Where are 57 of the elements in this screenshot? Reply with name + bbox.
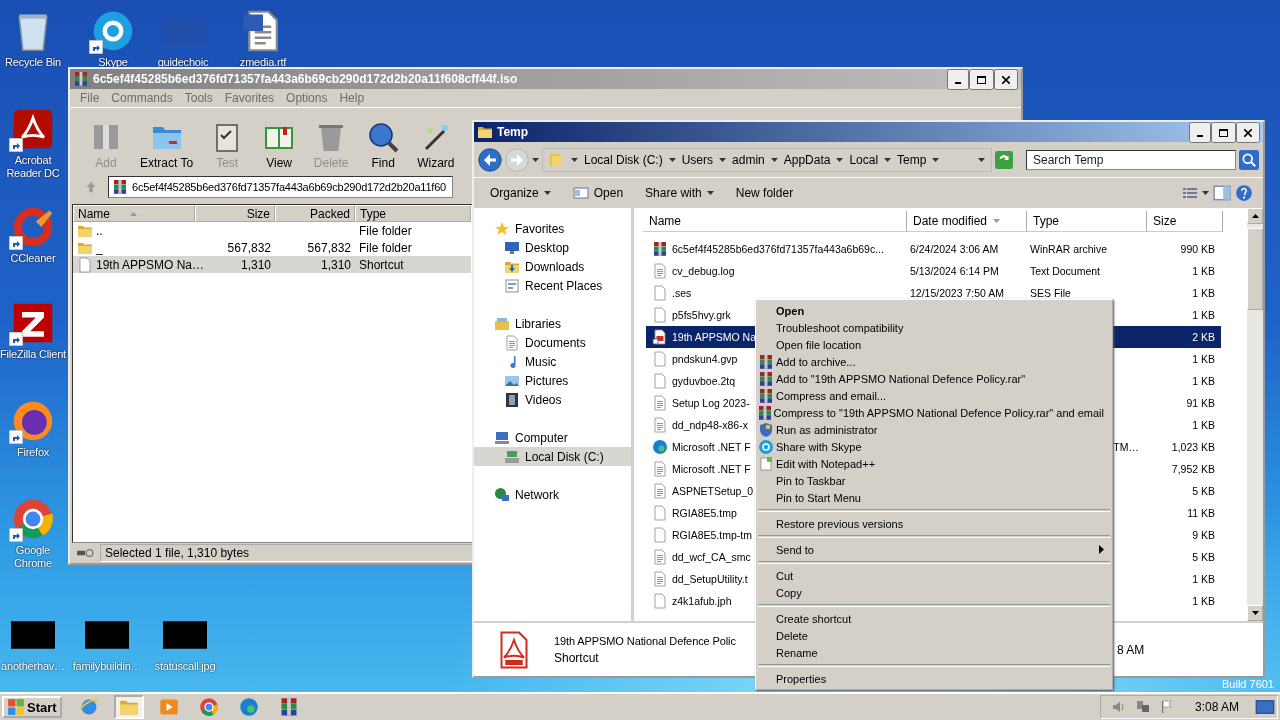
file-size: 1,023 KB [1171,441,1215,453]
file-name: p5fs5hvy.grk [672,309,731,321]
file-type: File folder [359,240,412,255]
details-file-type: Shortcut [554,650,599,665]
date-modified: 5/13/2024 6:14 PM [910,265,999,277]
file-name: 19th APPSMO Na [672,331,757,343]
file-type: Text Document [1030,265,1101,277]
details-file-name: 19th APPSMO National Defence Polic [554,634,736,647]
file-name: 19th APPSMO Na… [96,257,205,272]
file-size: 1 KB [1192,309,1215,321]
file-type: SES File [1030,287,1071,299]
file-type: File folder [359,223,412,238]
file-name: pndskun4.gvp [672,353,738,365]
file-name: Setup Log 2023- [672,397,750,409]
file-size: 1 KB [1192,573,1215,585]
date-modified: 6/24/2024 3:06 AM [910,243,999,255]
file-size: 1 KB [1192,265,1215,277]
file-name: dd_ndp48-x86-x [672,419,748,431]
file-name: z4k1afub.jph [672,595,732,607]
details-date: 8 AM [1117,642,1146,657]
file-size: 11 KB [1187,507,1215,519]
file-size: 1 KB [1192,375,1215,387]
file-type: TM… [1113,441,1139,453]
file-size: 990 KB [1180,243,1215,255]
file-name: 6c5ef4f45285b6ed376fd71357fa443a6b69c... [672,243,884,255]
file-size: 5 KB [1192,485,1215,497]
file-size: 9 KB [1192,529,1215,541]
packed-size: 567,832 [307,240,351,255]
file-name: dd_SetupUtility.t [672,573,748,585]
file-size: 1 KB [1192,353,1215,365]
file-name: dd_wcf_CA_smc [672,551,751,563]
file-name: .. [96,223,103,238]
file-size: 1,310 [240,257,271,272]
file-name: .ses [672,287,692,299]
window-title: Temp [497,125,530,139]
file-name: RGIA8E5.tmp-tm [672,529,752,541]
file-name: cv_debug.log [672,265,735,277]
file-size: 1 KB [1192,595,1215,607]
file-size: 2 KB [1192,331,1215,343]
file-name: RGIA8E5.tmp [672,507,737,519]
build-label: Build 7601 [1222,678,1274,690]
file-name: gyduvboe.2tq [672,375,736,387]
file-size: 5 KB [1192,551,1215,563]
file-size: 7,952 KB [1171,463,1215,475]
date-modified: 12/15/2023 7:50 AM [910,287,1004,299]
packed-size: 1,310 [320,257,351,272]
window-title: 6c5ef4f45285b6ed376fd71357fa443a6b69cb290d172d2b20a11f608cff44f.iso [93,72,519,86]
file-type: Shortcut [359,257,404,272]
file-type: WinRAR archive [1030,243,1108,255]
file-name: Microsoft .NET F [672,463,751,475]
file-size: 1 KB [1192,419,1215,431]
file-name: _ [96,240,103,255]
file-size: 567,832 [227,240,271,255]
file-name: ASPNETSetup_0 [672,485,754,497]
file-size: 1 KB [1192,287,1215,299]
file-name: Microsoft .NET F [672,441,751,453]
file-size: 91 KB [1186,397,1215,409]
